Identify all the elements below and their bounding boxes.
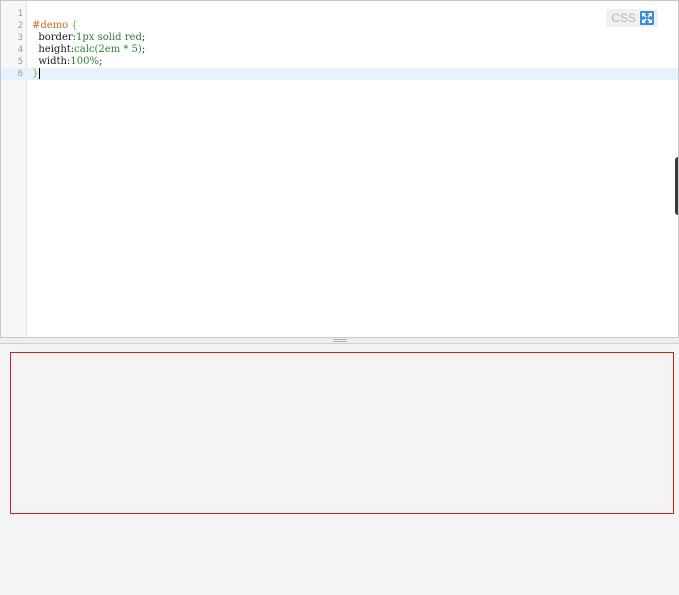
language-label: CSS (611, 11, 636, 25)
line-code: #demo { (32, 20, 78, 32)
code-token-prop: height (32, 44, 71, 55)
code-token-punct: ; (141, 44, 146, 55)
line-code: border:1px solid red; (32, 32, 145, 44)
splitter-grip-icon[interactable] (333, 339, 347, 342)
line-number: 4 (17, 45, 23, 55)
language-badge[interactable]: CSS (606, 9, 658, 27)
line-code: height:calc(2em * 5); (32, 44, 145, 56)
line-number: 6 (17, 69, 23, 79)
code-token-prop: width (32, 56, 67, 67)
line-number: 1 (17, 9, 23, 19)
code-line[interactable]: 1 (1, 8, 678, 20)
code-line[interactable]: 2 #demo { (1, 20, 678, 32)
code-line[interactable]: 4 height:calc(2em * 5); (1, 44, 678, 56)
code-token-punct: ; (98, 56, 103, 67)
code-token-value: 100% (70, 56, 99, 67)
code-line[interactable]: 5 width:100%; (1, 56, 678, 68)
code-token-brace: } (32, 68, 39, 79)
demo-element (10, 352, 674, 514)
code-line[interactable]: 3 border:1px solid red; (1, 32, 678, 44)
line-number: 2 (17, 21, 23, 31)
line-number: 3 (17, 33, 23, 43)
code-token-value: calc(2em * 5) (74, 44, 142, 55)
code-area[interactable]: 1 2 #demo {3 border:1px solid red; 4 height… (1, 8, 678, 80)
preview-pane (0, 344, 679, 595)
code-token-prop: border (32, 32, 73, 43)
code-line[interactable]: 6} (1, 68, 678, 80)
line-number: 5 (17, 57, 23, 67)
text-cursor (39, 68, 41, 79)
line-code: width:100%; (32, 56, 102, 68)
code-token-brace: { (68, 20, 78, 31)
css-editor[interactable]: 1 2 #demo {3 border:1px solid red; 4 height… (0, 0, 679, 338)
side-panel-handle[interactable] (675, 157, 678, 215)
code-token-selector: #demo (32, 20, 69, 31)
code-token-punct: ; (141, 32, 146, 43)
code-token-value: 1px solid red (76, 32, 142, 43)
line-code: } (32, 68, 41, 80)
expand-arrows-icon[interactable] (640, 11, 654, 25)
code-playground: 1 2 #demo {3 border:1px solid red; 4 height… (0, 0, 679, 595)
